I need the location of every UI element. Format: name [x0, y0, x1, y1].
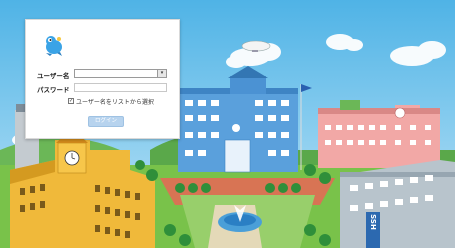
username-select[interactable]: ▾	[74, 69, 167, 78]
password-label: パスワード	[37, 86, 70, 94]
mascot-icon	[46, 36, 62, 56]
remember-label: ユーザー名をリストから選択	[76, 99, 154, 106]
password-field[interactable]	[74, 83, 167, 92]
login-button[interactable]: ログイン	[88, 116, 124, 127]
remember-checkbox[interactable]: ✓	[68, 98, 74, 104]
username-label: ユーザー名	[37, 72, 70, 80]
sign-text: SSH	[369, 214, 377, 230]
login-panel: ユーザー名 ▾ パスワード ✓ ユーザー名をリストから選択 ログイン	[25, 19, 180, 139]
chevron-down-icon[interactable]: ▾	[157, 70, 166, 77]
clock-icon	[64, 150, 80, 166]
